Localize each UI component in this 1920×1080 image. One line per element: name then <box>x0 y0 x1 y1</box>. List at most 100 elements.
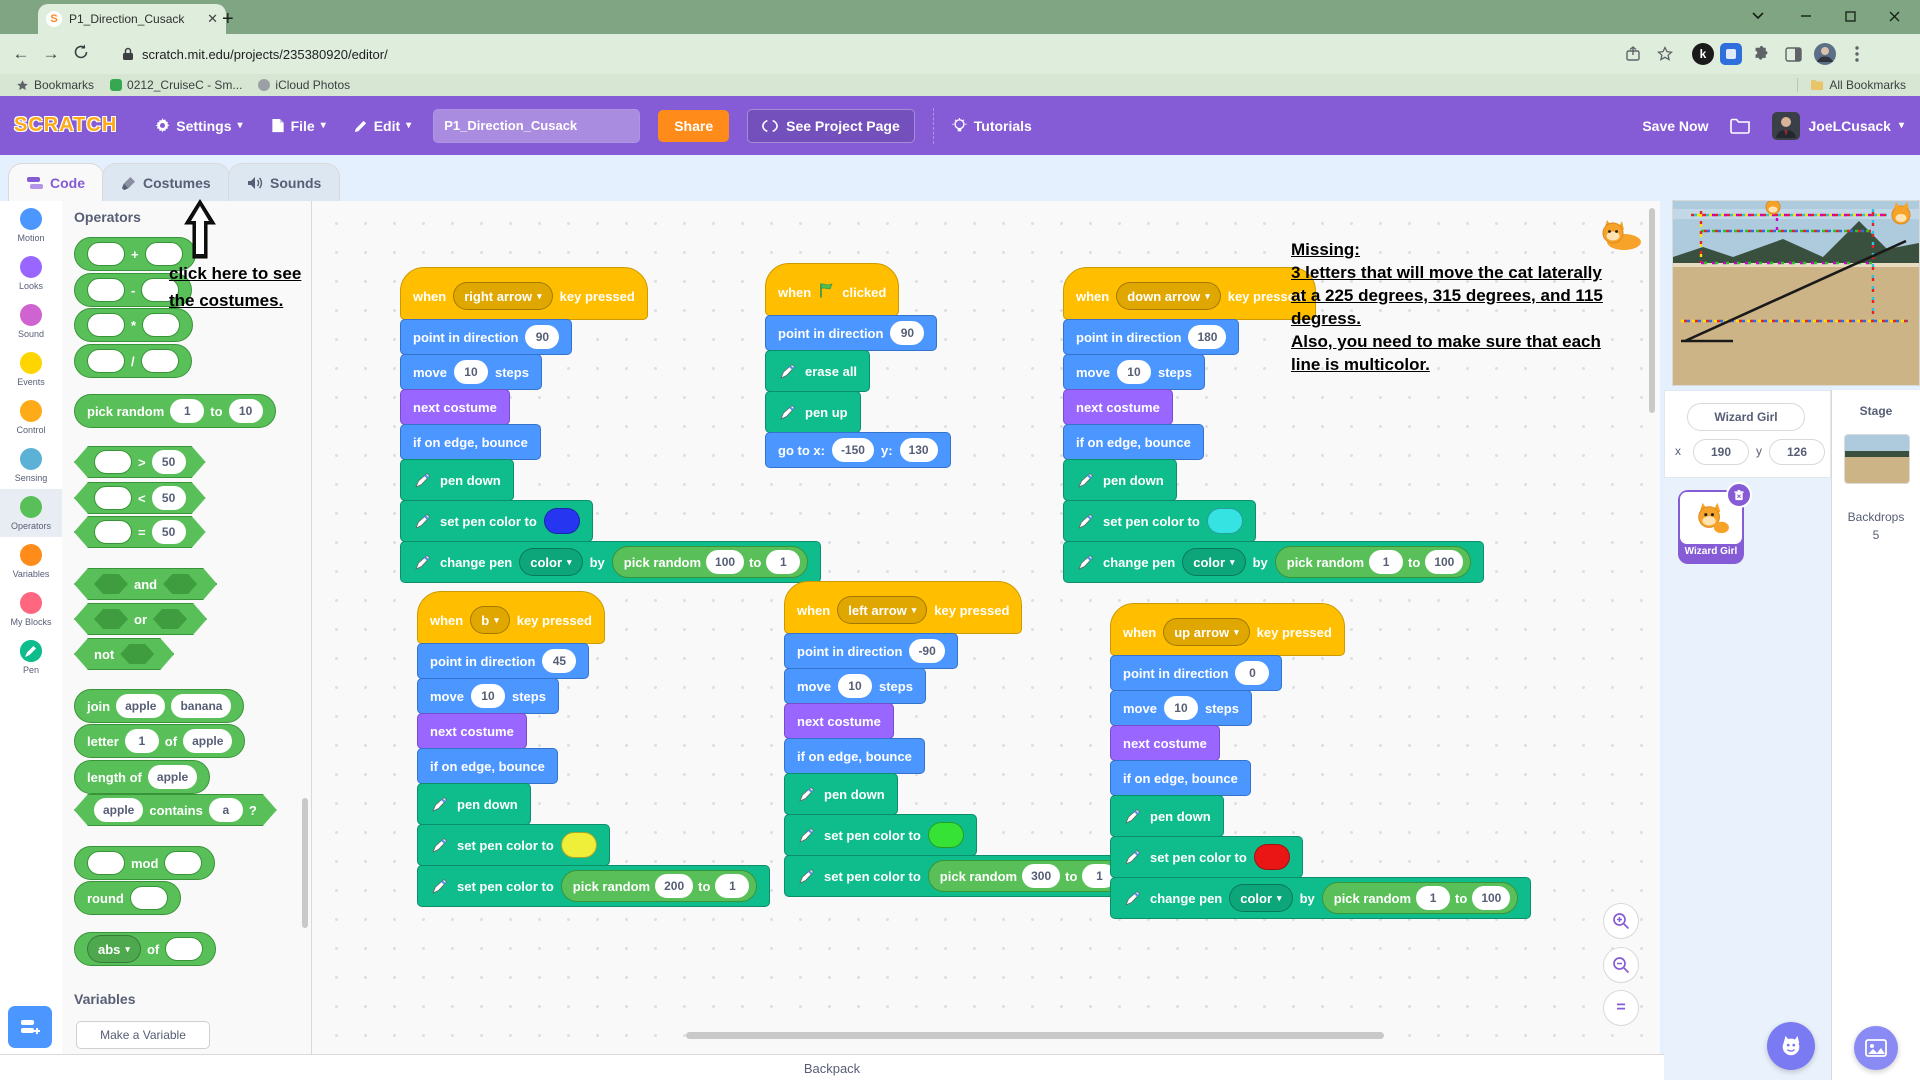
empty-boolean-slot[interactable] <box>94 574 128 594</box>
nested-reporter-block[interactable]: pick random300to1 <box>928 860 1125 892</box>
value-input[interactable]: 1 <box>1369 550 1403 574</box>
nested-reporter-block[interactable]: pick random100to1 <box>612 546 809 578</box>
dropdown-abs[interactable]: abs▾ <box>87 935 141 963</box>
extension-blue-icon[interactable] <box>1720 43 1742 65</box>
palette-block-15[interactable]: mod <box>74 846 215 880</box>
motion-block[interactable]: if on edge, bounce <box>417 748 558 784</box>
dropdown-color[interactable]: color▾ <box>1229 884 1292 912</box>
dropdown-b[interactable]: b▾ <box>470 606 509 634</box>
value-input[interactable]: apple <box>94 798 143 822</box>
empty-slot[interactable] <box>164 851 202 875</box>
bookmark-item-icloud[interactable]: iCloud Photos <box>258 78 350 92</box>
value-input[interactable]: 100 <box>706 550 744 574</box>
new-tab-button[interactable]: + <box>222 9 234 29</box>
hat-block[interactable]: whenup arrow▾key pressed <box>1110 603 1345 656</box>
tutorials-button[interactable]: Tutorials <box>952 118 1032 134</box>
empty-slot[interactable] <box>130 886 168 910</box>
value-input[interactable]: 200 <box>655 874 693 898</box>
palette-block-16[interactable]: round <box>74 881 181 915</box>
value-input[interactable]: a <box>209 798 243 822</box>
empty-boolean-slot[interactable] <box>120 644 154 664</box>
palette-block-7[interactable]: =50 <box>74 516 206 548</box>
project-name-input[interactable] <box>433 109 640 143</box>
pen-block[interactable]: pen down <box>1110 795 1224 837</box>
looks-block[interactable]: next costume <box>400 389 510 425</box>
value-input[interactable]: 1 <box>766 550 800 574</box>
canvas-horizontal-scrollbar[interactable] <box>686 1032 1384 1039</box>
value-input[interactable]: 10 <box>471 684 505 708</box>
palette-block-17[interactable]: abs▾of <box>74 932 216 966</box>
palette-block-9[interactable]: or <box>74 603 207 635</box>
edit-menu[interactable]: Edit▾ <box>340 96 425 155</box>
backpack-bar[interactable]: Backpack <box>0 1054 1664 1080</box>
empty-slot[interactable] <box>94 486 132 510</box>
bookmark-item-bookmarks[interactable]: Bookmarks <box>16 78 94 92</box>
category-item-events[interactable]: Events <box>0 345 62 393</box>
value-input[interactable]: 1 <box>715 874 749 898</box>
pen-block[interactable]: set pen color to <box>1110 836 1303 878</box>
close-window-button[interactable] <box>1872 0 1916 32</box>
hat-block[interactable]: whenleft arrow▾key pressed <box>784 581 1022 634</box>
bookmark-star-icon[interactable] <box>1652 41 1678 67</box>
motion-block[interactable]: point in direction90 <box>400 319 572 355</box>
empty-slot[interactable] <box>87 349 125 373</box>
looks-block[interactable]: next costume <box>1063 389 1173 425</box>
pen-color-swatch[interactable] <box>544 508 580 534</box>
palette-block-5[interactable]: >50 <box>74 446 206 478</box>
extension-kami-icon[interactable]: k <box>1692 43 1714 65</box>
looks-block[interactable]: next costume <box>417 713 527 749</box>
motion-block[interactable]: move10steps <box>1063 354 1205 390</box>
nested-reporter-block[interactable]: pick random1to100 <box>1275 546 1472 578</box>
browser-profile-avatar[interactable] <box>1812 41 1838 67</box>
pen-color-swatch[interactable] <box>928 822 964 848</box>
value-input[interactable]: 100 <box>1425 550 1463 574</box>
pen-block[interactable]: erase all <box>765 350 870 392</box>
nested-reporter-block[interactable]: pick random200to1 <box>561 870 758 902</box>
category-item-sound[interactable]: Sound <box>0 297 62 345</box>
zoom-reset-button[interactable]: = <box>1603 990 1639 1026</box>
backdrop-thumbnail[interactable] <box>1844 434 1910 484</box>
palette-block-13[interactable]: length ofapple <box>74 760 210 794</box>
category-item-operators[interactable]: Operators <box>0 489 62 537</box>
category-item-sensing[interactable]: Sensing <box>0 441 62 489</box>
maximize-button[interactable] <box>1828 0 1872 32</box>
value-input[interactable]: 1 <box>170 399 204 423</box>
palette-block-3[interactable]: / <box>74 344 192 378</box>
motion-block[interactable]: if on edge, bounce <box>400 424 541 460</box>
motion-block[interactable]: point in direction0 <box>1110 655 1282 691</box>
empty-boolean-slot[interactable] <box>153 609 187 629</box>
tab-costumes[interactable]: Costumes <box>102 163 230 202</box>
motion-block[interactable]: if on edge, bounce <box>1110 760 1251 796</box>
value-input[interactable]: 50 <box>152 450 186 474</box>
pen-color-swatch[interactable] <box>561 832 597 858</box>
hat-block[interactable]: whenb▾key pressed <box>417 591 605 644</box>
empty-slot[interactable] <box>94 520 132 544</box>
settings-menu[interactable]: Settings▾ <box>141 96 256 155</box>
palette-block-4[interactable]: pick random1to10 <box>74 394 276 428</box>
pen-block[interactable]: pen up <box>765 391 861 433</box>
pen-color-swatch[interactable] <box>1207 508 1243 534</box>
all-bookmarks-button[interactable]: All Bookmarks <box>1797 78 1906 92</box>
value-input[interactable]: -150 <box>832 438 874 462</box>
pen-block[interactable]: pen down <box>400 459 514 501</box>
motion-block[interactable]: move10steps <box>784 668 926 704</box>
file-menu[interactable]: File▾ <box>257 96 340 155</box>
dropdown-down-arrow[interactable]: down arrow▾ <box>1116 282 1220 310</box>
minimize-button[interactable] <box>1784 0 1828 32</box>
pen-block[interactable]: pen down <box>1063 459 1177 501</box>
make-variable-button[interactable]: Make a Variable <box>76 1021 210 1049</box>
value-input[interactable]: 10 <box>1117 360 1151 384</box>
value-input[interactable]: 130 <box>900 438 938 462</box>
dropdown-color[interactable]: color▾ <box>519 548 582 576</box>
empty-slot[interactable] <box>87 851 125 875</box>
tab-sounds[interactable]: Sounds <box>228 163 340 202</box>
category-item-my-blocks[interactable]: My Blocks <box>0 585 62 633</box>
zoom-out-button[interactable] <box>1603 947 1639 983</box>
motion-block[interactable]: move10steps <box>1110 690 1252 726</box>
value-input[interactable]: apple <box>183 729 232 753</box>
dropdown-up-arrow[interactable]: up arrow▾ <box>1163 618 1249 646</box>
pen-block[interactable]: pen down <box>784 773 898 815</box>
see-project-page-button[interactable]: See Project Page <box>747 109 915 143</box>
motion-block[interactable]: point in direction90 <box>765 315 937 351</box>
dropdown-color[interactable]: color▾ <box>1182 548 1245 576</box>
